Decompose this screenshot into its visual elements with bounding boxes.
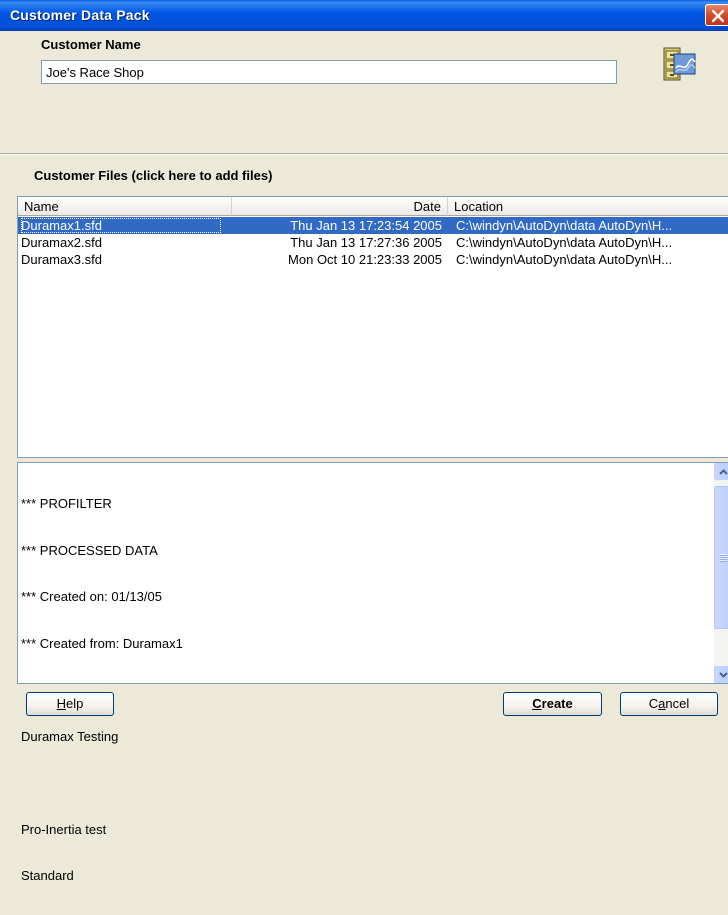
customer-files-list[interactable]: Name Date Location Duramax1.sfd Thu Jan …: [17, 196, 728, 458]
notes-line: *** PROFILTER: [21, 496, 112, 511]
file-date: Thu Jan 13 17:23:54 2005: [290, 218, 442, 233]
close-icon: [711, 9, 725, 23]
file-name: Duramax2.sfd: [21, 235, 102, 250]
file-notes-textarea[interactable]: *** PROFILTER *** PROCESSED DATA *** Cre…: [17, 462, 728, 883]
customer-files-add-link[interactable]: Customer Files (click here to add files): [34, 168, 272, 183]
title-bar: Customer Data Pack: [0, 0, 728, 31]
column-header-name[interactable]: Name: [18, 197, 232, 216]
notes-line: *** Created on: 01/13/05: [21, 589, 162, 604]
file-row[interactable]: Duramax2.sfd Thu Jan 13 17:27:36 2005 C:…: [18, 234, 728, 251]
notes-line: Pro-Inertia test: [21, 821, 107, 837]
create-mnemonic: C: [532, 696, 542, 711]
file-name: Duramax1.sfd: [21, 218, 221, 233]
scroll-grip: [720, 554, 727, 562]
window-title: Customer Data Pack: [10, 7, 150, 23]
help-mnemonic: H: [56, 696, 67, 711]
notes-line: *** Created from: Duramax1: [21, 635, 183, 651]
notes-content: *** PROFILTER *** PROCESSED DATA *** Cre…: [21, 465, 711, 915]
customer-name-label: Customer Name: [41, 37, 141, 52]
notes-line: [21, 775, 711, 791]
file-date: Mon Oct 10 21:23:33 2005: [288, 252, 442, 267]
create-button[interactable]: Create: [503, 692, 602, 716]
create-label-rest: reate: [541, 696, 573, 711]
scroll-down-button[interactable]: [714, 666, 728, 683]
file-cabinet-icon: [663, 47, 696, 81]
scroll-thumb[interactable]: [714, 486, 728, 629]
help-label-rest: elp: [66, 696, 84, 711]
file-name: Duramax3.sfd: [21, 252, 102, 267]
panel-separator: [0, 153, 728, 155]
help-button[interactable]: Help: [26, 692, 114, 716]
file-row[interactable]: Duramax3.sfd Mon Oct 10 21:23:33 2005 C:…: [18, 251, 728, 268]
vertical-scrollbar[interactable]: [714, 463, 728, 683]
cancel-button[interactable]: Cancel: [620, 692, 718, 716]
file-date: Thu Jan 13 17:27:36 2005: [290, 235, 442, 250]
scroll-up-arrow-icon: [719, 469, 728, 475]
column-header-location[interactable]: Location: [448, 197, 728, 216]
notes-line: Duramax Testing: [21, 728, 119, 744]
customer-name-input[interactable]: [41, 60, 617, 84]
notes-line: [21, 682, 711, 698]
scroll-up-button[interactable]: [714, 463, 728, 480]
cancel-label-rest: ncel: [665, 696, 690, 711]
file-location: C:\windyn\AutoDyn\data AutoDyn\H...: [456, 252, 673, 267]
notes-line: Standard: [21, 868, 74, 883]
cancel-label-pre: C: [648, 696, 659, 711]
file-location: C:\windyn\AutoDyn\data AutoDyn\H...: [456, 235, 673, 250]
notes-line: *** PROCESSED DATA: [21, 542, 158, 558]
file-location: C:\windyn\AutoDyn\data AutoDyn\H...: [456, 218, 673, 233]
close-button[interactable]: [705, 4, 728, 26]
scroll-down-arrow-icon: [719, 672, 728, 678]
file-row[interactable]: Duramax1.sfd Thu Jan 13 17:23:54 2005 C:…: [18, 217, 728, 234]
column-header-date[interactable]: Date: [232, 197, 448, 216]
list-header: Name Date Location: [18, 197, 728, 217]
